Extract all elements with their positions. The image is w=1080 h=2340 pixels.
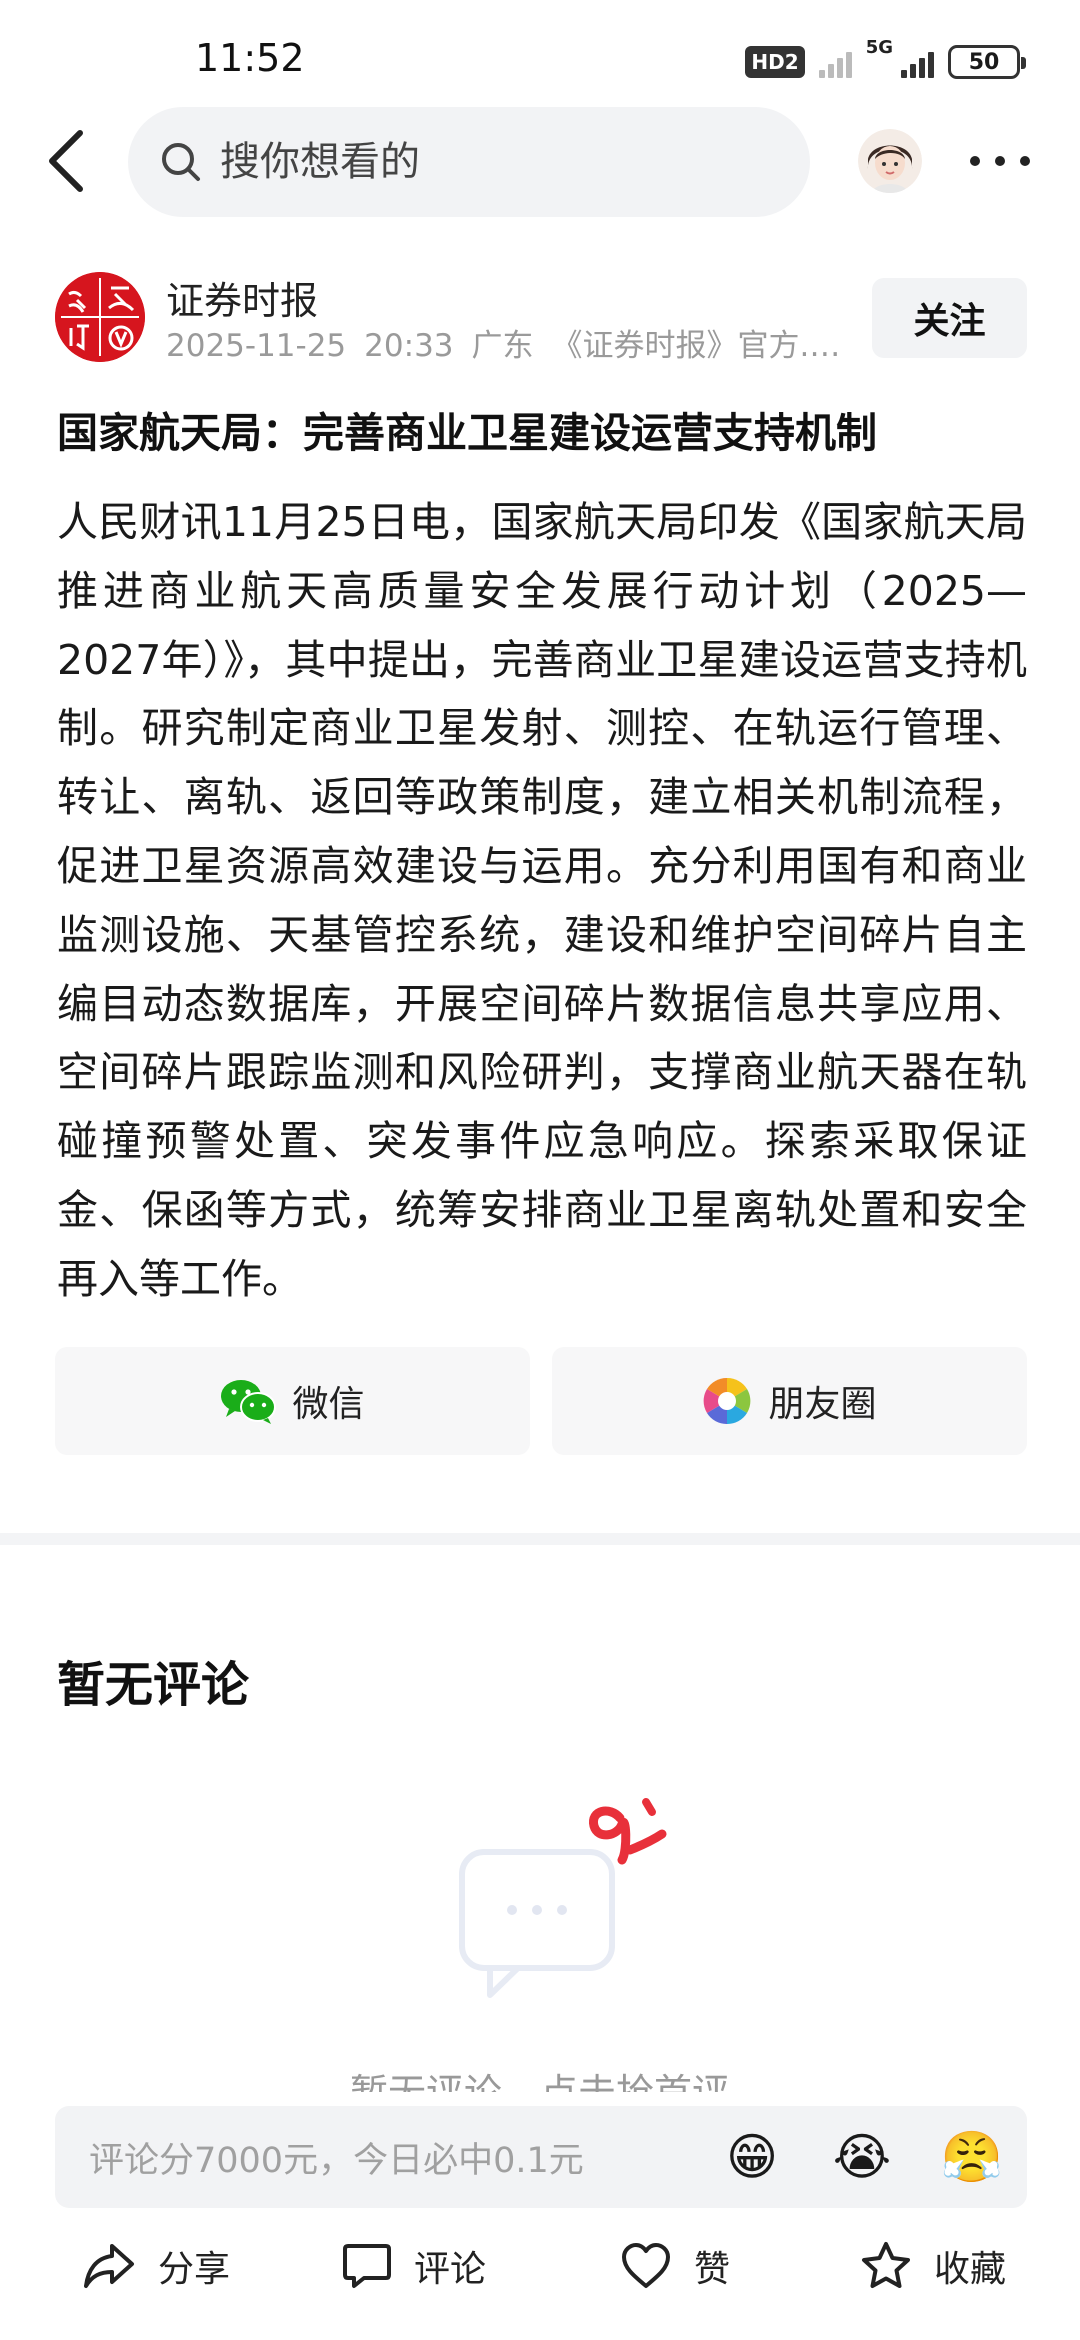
user-avatar[interactable]: [858, 129, 922, 193]
empty-comments-illustration: [450, 1790, 710, 2030]
star-icon: [862, 2242, 910, 2288]
search-icon: [162, 143, 200, 181]
comment-icon: [343, 2244, 391, 2288]
dot: [970, 156, 980, 166]
follow-button[interactable]: 关注: [872, 278, 1027, 358]
author-name[interactable]: 证券时报: [166, 270, 318, 325]
comment-input[interactable]: 评论分7000元，今日必中0.1元 😁 😭 😤: [55, 2106, 1027, 2208]
empty-chat-bubble-icon: [459, 1798, 667, 1998]
more-options-button[interactable]: [970, 141, 1030, 181]
emoji-grin-button[interactable]: 😁: [697, 2128, 807, 2186]
status-bar: 11:52 HD2 5G 50: [0, 0, 1080, 110]
wechat-icon: [221, 1380, 277, 1424]
status-time: 11:52: [195, 36, 305, 80]
article-title: 国家航天局：完善商业卫星建设运营支持机制: [57, 409, 877, 457]
hd-badge: HD2: [745, 46, 805, 78]
dot: [995, 156, 1005, 166]
comments-title: 暂无评论: [57, 1657, 250, 1713]
securities-times-logo-icon: [55, 272, 145, 362]
heart-icon: [622, 2243, 670, 2288]
article-body: 人民财讯11月25日电，国家航天局印发《国家航天局推进商业航天高质量安全发展行动…: [57, 498, 1027, 1303]
favorite-button[interactable]: 收藏: [860, 2240, 1006, 2292]
share-moments-button[interactable]: 朋友圈: [552, 1347, 1027, 1455]
like-label: 赞: [694, 2249, 731, 2290]
share-wechat-button[interactable]: 微信: [55, 1347, 530, 1455]
share-label: 分享: [158, 2249, 231, 2290]
avatar-icon: [858, 129, 922, 193]
chevron-left-icon: [49, 130, 83, 192]
publish-time: 20:33: [364, 328, 454, 364]
signal-icon-sim2: [901, 46, 934, 78]
back-button[interactable]: [40, 127, 100, 195]
search-input[interactable]: [220, 139, 780, 185]
share-moments-label: 朋友圈: [768, 1384, 877, 1425]
comment-input-placeholder: 评论分7000元，今日必中0.1元: [89, 2140, 584, 2181]
network-type: 5G: [865, 37, 893, 58]
like-button[interactable]: 赞: [620, 2240, 730, 2292]
top-nav: [0, 105, 1080, 217]
status-icons: HD2 5G 50: [745, 37, 1026, 84]
author-logo[interactable]: [55, 272, 145, 362]
search-bar[interactable]: [128, 107, 810, 217]
moments-icon: [704, 1377, 751, 1425]
author-description: 《证券时报》官方...: [551, 328, 830, 364]
favorite-label: 收藏: [934, 2249, 1007, 2290]
dot: [1020, 156, 1030, 166]
author-row: 证券时报 2025-11-25 20:33 广东 《证券时报》官方... 关注: [0, 270, 1080, 365]
comment-label: 评论: [414, 2249, 487, 2290]
battery-icon: 50: [948, 45, 1026, 79]
publish-date: 2025-11-25: [166, 328, 347, 364]
comment-button[interactable]: 评论: [342, 2240, 486, 2292]
signal-icon-sim1: [818, 46, 852, 78]
emoji-angry-button[interactable]: 😤: [917, 2128, 1027, 2187]
section-divider: [0, 1533, 1080, 1545]
author-meta: 2025-11-25 20:33 广东 《证券时报》官方...: [166, 320, 846, 365]
share-row: 微信 朋友圈: [55, 1347, 1027, 1455]
empty-comments-hint[interactable]: 暂无评论，点击抢首评: [0, 2062, 1080, 2092]
bottom-action-bar: 分享 评论 赞 收藏: [0, 2228, 1080, 2323]
share-button[interactable]: 分享: [82, 2240, 230, 2292]
share-icon: [84, 2244, 134, 2288]
publish-location: 广东: [471, 328, 534, 364]
share-wechat-label: 微信: [292, 1384, 365, 1425]
emoji-cry-button[interactable]: 😭: [807, 2128, 917, 2186]
